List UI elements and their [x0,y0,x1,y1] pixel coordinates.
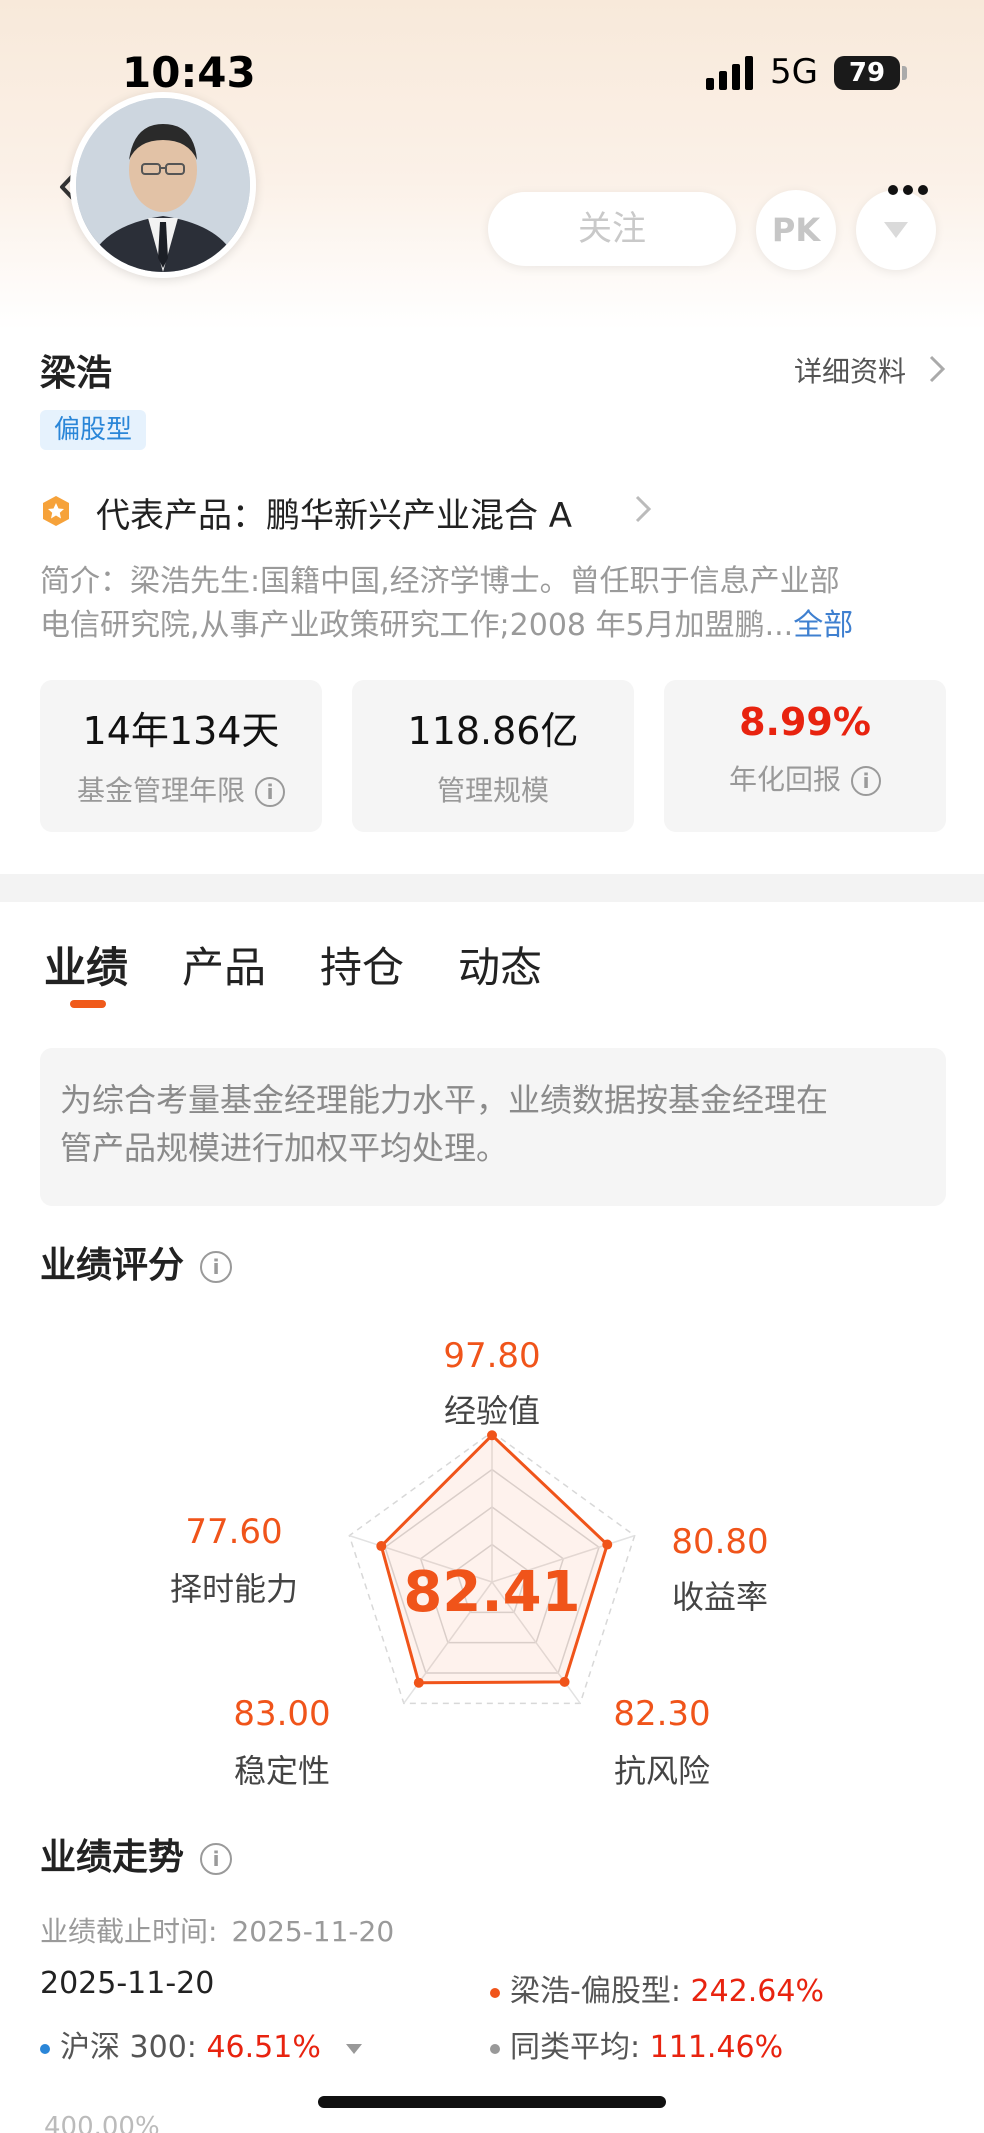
tab-products[interactable]: 产品 [182,934,266,995]
manager-name: 梁浩 [40,353,113,394]
manager-intro: 简介：梁浩先生:国籍中国,经济学博士。曾任职于信息产业部 电信研究院,从事产业政… [40,560,950,648]
active-tab-indicator [70,1000,106,1008]
intro-more-link[interactable]: 全部 [793,608,853,643]
home-indicator[interactable] [318,2096,666,2108]
axis-label-stability: 稳定性 [233,1752,330,1790]
axis-label-experience: 经验值 [443,1392,540,1430]
battery-cap [902,66,907,80]
battery-icon: 79 [834,56,900,90]
stat-value: 14年134天 [82,709,280,753]
axis-label-return: 收益率 [671,1578,768,1616]
section-divider [0,874,984,902]
axis-value-timing: 77.60 [185,1512,283,1552]
score-section-title: 业绩评分 i [40,1236,233,1288]
intro-line-2: 电信研究院,从事产业政策研究工作;2008 年5月加盟鹏...全部 [40,604,950,648]
stat-card-aum: 118.86亿 管理规模 [352,680,634,832]
tab-performance[interactable]: 业绩 [44,934,128,995]
stat-card-tenure: 14年134天 基金管理年限 i [40,680,322,832]
representative-product[interactable]: 代表产品：鹏华新兴产业混合 A [96,488,572,537]
stat-card-return: 8.99% 年化回报 i [664,680,946,832]
legend-peer-average: 同类平均: 111.46% [490,2022,783,2066]
intro-line-2-text: 电信研究院,从事产业政策研究工作;2008 年5月加盟鹏... [40,608,794,643]
axis-label-risk: 抗风险 [613,1752,710,1790]
stat-label: 基金管理年限 i [40,769,322,809]
performance-note: 为综合考量基金经理能力水平，业绩数据按基金经理在 管产品规模进行加权平均处理。 [40,1048,946,1206]
detail-link[interactable]: 详细资料 [794,350,906,390]
info-icon[interactable]: i [200,1251,233,1283]
legend-dot [490,2043,500,2054]
radar-area [379,1433,609,1685]
radar-point-2 [559,1676,570,1687]
tab-holdings[interactable]: 持仓 [320,934,404,995]
intro-line-1: 简介：梁浩先生:国籍中国,经济学博士。曾任职于信息产业部 [40,564,840,599]
radar-point-3 [413,1677,424,1688]
stat-value: 8.99% [739,700,871,744]
legend-dot [40,2043,50,2054]
chevron-right-icon[interactable] [634,494,652,524]
y-axis-top-label: 400.00% [44,2112,160,2133]
axis-value-experience: 97.80 [443,1336,541,1376]
medal-icon [43,496,69,526]
pk-button[interactable]: PK [756,190,836,270]
network-label: 5G [770,52,818,92]
legend-dot [490,1987,500,1998]
caret-down-icon[interactable] [344,2042,364,2056]
cutoff-time: 业绩截止时间: 2025-11-20 [40,1915,395,1948]
avatar [70,92,256,278]
caret-down-icon [884,222,908,238]
radar-point-1 [602,1539,613,1550]
dropdown-button[interactable] [856,190,936,270]
axis-value-stability: 83.00 [233,1694,331,1734]
info-icon[interactable]: i [255,777,285,807]
radar-point-4 [376,1541,387,1552]
legend-csi300[interactable]: 沪深 300: 46.51% [40,2022,364,2066]
stat-value: 118.86亿 [407,709,579,753]
chevron-right-icon[interactable] [928,354,946,384]
legend-date: 2025-11-20 [40,1966,215,2001]
legend-manager: 梁浩-偏股型: 242.64% [490,1966,824,2010]
total-score: 82.41 [403,1560,581,1625]
tab-news[interactable]: 动态 [458,934,542,995]
battery-level: 79 [848,58,886,88]
trend-section-title: 业绩走势 i [40,1828,233,1880]
status-time: 10:43 [122,48,256,97]
axis-value-return: 80.80 [671,1522,769,1562]
follow-button[interactable]: 关注 [488,192,736,266]
signal-icon [706,56,753,90]
note-line-2: 管产品规模进行加权平均处理。 [60,1129,509,1167]
avatar-portrait [76,98,250,272]
axis-value-risk: 82.30 [613,1694,711,1734]
more-icon[interactable] [888,180,938,200]
stat-label: 年化回报 i [664,758,946,798]
info-icon[interactable]: i [200,1843,233,1875]
axis-label-timing: 择时能力 [169,1570,298,1608]
fund-type-tag: 偏股型 [40,410,147,450]
info-icon[interactable]: i [851,766,881,796]
stat-label: 管理规模 [436,774,549,807]
note-line-1: 为综合考量基金经理能力水平，业绩数据按基金经理在 [60,1081,829,1119]
